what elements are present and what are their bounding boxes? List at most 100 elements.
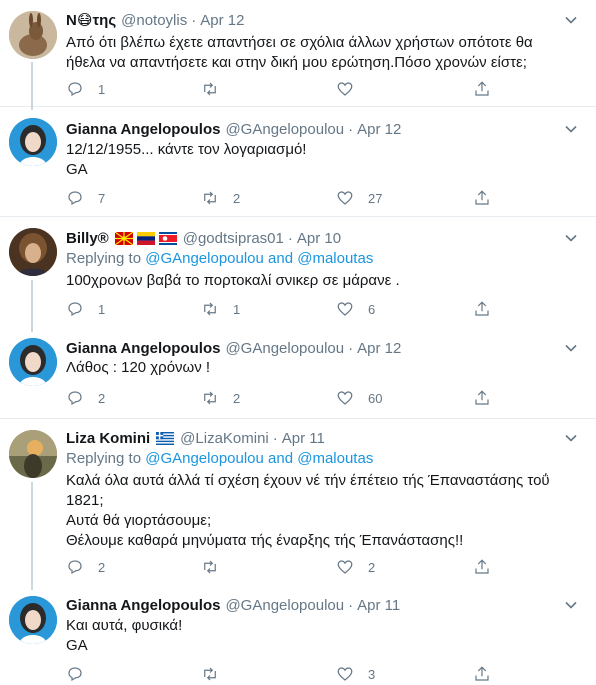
tweet-text-line: Λάθος : 120 χρόνων ! — [66, 359, 211, 376]
replying-to: Replying to @GAngelopoulou and @maloutas — [66, 449, 373, 469]
like-count: 6 — [368, 301, 376, 317]
tweet-text-line: 100χρονων βαβά το πορτοκαλί σνικερ σε μά… — [66, 272, 400, 289]
display-name[interactable]: Gianna Angelopoulos — [66, 597, 220, 614]
retweet-button[interactable]: 2 — [201, 188, 240, 208]
retweet-button[interactable] — [201, 79, 233, 99]
tweet-text-line: Αυτά θά γιορτάσουμε; — [66, 512, 212, 529]
reply-button[interactable]: 2 — [66, 557, 105, 577]
handle[interactable]: @GAngelopoulou — [225, 597, 344, 614]
chevron-down-icon[interactable] — [564, 231, 578, 245]
like-count: 60 — [368, 390, 383, 406]
share-icon — [475, 81, 489, 96]
like-button[interactable]: 3 — [336, 664, 375, 684]
replying-to-label: Replying to — [66, 450, 142, 467]
display-name[interactable]: N😷της — [66, 11, 116, 29]
reply-button[interactable]: 1 — [66, 79, 105, 99]
like-button[interactable]: 2 — [336, 557, 375, 577]
tweet-text-line: 1821; — [66, 492, 104, 509]
tweet-header: Liza Komini @LizaKomini · Apr 11 — [66, 428, 325, 448]
tweet-text-line: Καλά όλα αυτά άλλά τί σχέση έχουν νέ τήν… — [66, 472, 550, 489]
replying-to-users[interactable]: @GAngelopoulou and @maloutas — [145, 250, 373, 267]
handle[interactable]: @notoylis — [121, 12, 187, 29]
display-name[interactable]: Liza Komini — [66, 430, 150, 447]
avatar[interactable] — [9, 338, 57, 386]
retweet-icon — [204, 302, 216, 316]
retweet-button[interactable]: 1 — [201, 299, 240, 319]
timestamp[interactable]: Apr 11 — [282, 430, 325, 447]
retweet-button[interactable]: 2 — [201, 388, 240, 408]
action-bar: 2 2 — [66, 557, 496, 577]
like-button[interactable]: 27 — [336, 188, 382, 208]
reply-button[interactable]: 2 — [66, 388, 105, 408]
display-name[interactable]: Gianna Angelopoulos — [66, 340, 220, 357]
timestamp[interactable]: Apr 12 — [357, 340, 401, 357]
tweet-text-line: GA — [66, 161, 88, 178]
timestamp[interactable]: Apr 12 — [357, 121, 401, 138]
tweet-text-line: Και αυτά, φυσικά! — [66, 617, 183, 634]
retweet-icon — [204, 667, 216, 681]
tweet-text: 12/12/1955... κάντε τον λογαριασμό! GA — [66, 140, 306, 180]
tweet-header: Gianna Angelopoulos @GAngelopoulou · Apr… — [66, 338, 401, 358]
reply-button[interactable]: 1 — [66, 299, 105, 319]
share-button[interactable] — [473, 664, 491, 684]
timestamp[interactable]: Apr 10 — [297, 230, 341, 247]
handle[interactable]: @LizaKomini — [180, 430, 269, 447]
avatar[interactable] — [9, 596, 57, 644]
tweet-text: Και αυτά, φυσικά! GA — [66, 616, 182, 656]
reply-button[interactable]: 7 — [66, 188, 105, 208]
retweet-icon — [204, 391, 216, 405]
heart-icon — [337, 191, 353, 205]
reply-icon — [68, 667, 82, 682]
share-icon — [475, 559, 489, 574]
reply-count: 7 — [98, 190, 106, 206]
heart-icon — [337, 82, 353, 96]
reply-count: 2 — [98, 390, 106, 406]
replying-to-users[interactable]: @GAngelopoulou and @maloutas — [145, 450, 373, 467]
retweet-icon — [204, 560, 216, 574]
like-button[interactable]: 60 — [336, 388, 382, 408]
handle[interactable]: @GAngelopoulou — [225, 121, 344, 138]
dot-separator: · — [191, 11, 197, 29]
share-button[interactable] — [473, 79, 491, 99]
retweet-button[interactable] — [201, 664, 233, 684]
reply-icon — [68, 302, 82, 317]
replying-to: Replying to @GAngelopoulou and @maloutas — [66, 249, 373, 269]
tweet-text-line: 12/12/1955... κάντε τον λογαριασμό! — [66, 141, 307, 158]
chevron-down-icon[interactable] — [564, 598, 578, 612]
timestamp[interactable]: Apr 12 — [200, 12, 244, 29]
share-button[interactable] — [473, 557, 491, 577]
share-button[interactable] — [473, 388, 491, 408]
tweet-text: Από ότι βλέπω έχετε απαντήσει σε σχόλια … — [66, 33, 533, 73]
action-bar: 1 — [66, 79, 496, 99]
like-button[interactable]: 6 — [336, 299, 375, 319]
tweet-text: 100χρονων βαβά το πορτοκαλί σνικερ σε μά… — [66, 271, 400, 291]
share-button[interactable] — [473, 188, 491, 208]
chevron-down-icon[interactable] — [564, 13, 578, 27]
display-name[interactable]: Billy® — [66, 230, 109, 247]
chevron-down-icon[interactable] — [564, 122, 578, 136]
display-name[interactable]: Gianna Angelopoulos — [66, 121, 220, 138]
avatar[interactable] — [9, 11, 57, 59]
like-button[interactable] — [336, 79, 368, 99]
replying-to-label: Replying to — [66, 250, 142, 267]
reply-icon — [68, 391, 82, 406]
timestamp[interactable]: Apr 11 — [357, 597, 400, 614]
retweet-count: 1 — [233, 301, 241, 317]
dot-separator: · — [348, 339, 354, 357]
retweet-count: 2 — [233, 390, 241, 406]
chevron-down-icon[interactable] — [564, 341, 578, 355]
avatar[interactable] — [9, 430, 57, 478]
avatar[interactable] — [9, 228, 57, 276]
share-button[interactable] — [473, 299, 491, 319]
retweet-icon — [204, 191, 216, 205]
reply-icon — [68, 82, 82, 97]
avatar[interactable] — [9, 118, 57, 166]
heart-icon — [337, 560, 353, 574]
reply-button[interactable] — [66, 664, 98, 684]
retweet-button[interactable] — [201, 557, 233, 577]
handle[interactable]: @godtsipras01 — [183, 230, 284, 247]
chevron-down-icon[interactable] — [564, 431, 578, 445]
share-icon — [475, 390, 489, 405]
flag-venezuela-icon — [136, 231, 155, 245]
handle[interactable]: @GAngelopoulou — [225, 340, 344, 357]
